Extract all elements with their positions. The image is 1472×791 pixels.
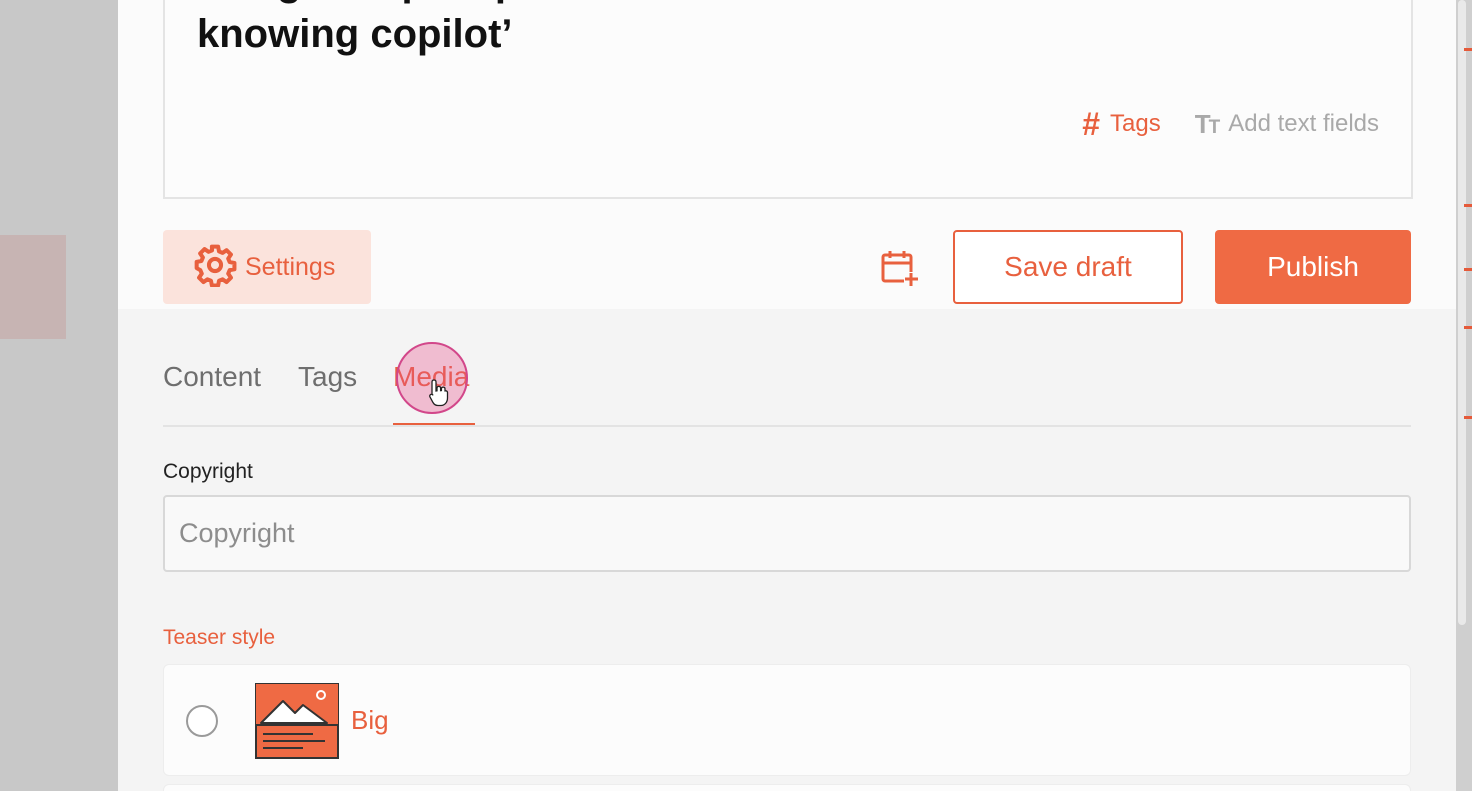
headline-card[interactable]: Google Maps taps Gemini AI to transform … (163, 0, 1413, 199)
add-text-fields-button[interactable]: TT Add text fields (1195, 110, 1379, 138)
copyright-label: Copyright (163, 460, 253, 483)
image-thumbnail-icon (255, 683, 339, 759)
editor-toolbar: Settings Save draft Publish (163, 230, 1411, 305)
gear-icon (193, 243, 237, 292)
headline-line-1-clip: Google Maps taps Gemini AI to transform … (197, 0, 1377, 8)
tabs-divider (163, 425, 1411, 427)
background-overlay-right (1456, 0, 1472, 791)
background-accent-mark (1464, 48, 1472, 51)
settings-button[interactable]: Settings (163, 230, 371, 304)
tab-content[interactable]: Content (163, 361, 261, 393)
article-editor-panel: Google Maps taps Gemini AI to transform … (118, 0, 1456, 791)
add-tags-button[interactable]: # Tags (1082, 108, 1161, 140)
text-size-icon: TT (1194, 109, 1220, 139)
tab-media-label: Media (393, 361, 470, 392)
calendar-plus-icon (880, 251, 920, 292)
editor-tabs: Content Tags Media (163, 345, 1411, 427)
settings-label: Settings (245, 252, 336, 281)
background-accent-mark (1464, 416, 1472, 419)
add-text-fields-label: Add text fields (1228, 110, 1379, 137)
background-accent-mark (1464, 268, 1472, 271)
tab-tags[interactable]: Tags (298, 361, 357, 393)
background-overlay-left (0, 0, 118, 791)
headline-line-2: knowing copilot’ (197, 12, 513, 56)
headline-line-1: Google Maps taps Gemini AI to transform … (197, 0, 1377, 8)
teaser-option-next[interactable] (163, 784, 1411, 791)
hashtag-icon: # (1082, 106, 1101, 142)
teaser-radio-big[interactable] (186, 705, 218, 737)
teaser-option-big[interactable]: Big (163, 664, 1411, 776)
article-headline[interactable]: Google Maps taps Gemini AI to transform … (197, 0, 1377, 60)
add-tags-label: Tags (1110, 110, 1161, 137)
background-ghost-block (0, 235, 66, 339)
copyright-input[interactable] (163, 495, 1411, 572)
headline-actions: # Tags TT Add text fields (1082, 108, 1379, 140)
background-accent-mark (1464, 326, 1472, 329)
teaser-style-label: Teaser style (163, 626, 276, 649)
panel-scrollbar[interactable] (1458, 0, 1466, 625)
publish-button[interactable]: Publish (1215, 230, 1411, 304)
tab-media[interactable]: Media (393, 361, 475, 426)
teaser-option-label: Big (351, 705, 389, 735)
schedule-button[interactable] (880, 248, 920, 288)
save-draft-button[interactable]: Save draft (953, 230, 1183, 304)
background-accent-mark (1464, 204, 1472, 207)
